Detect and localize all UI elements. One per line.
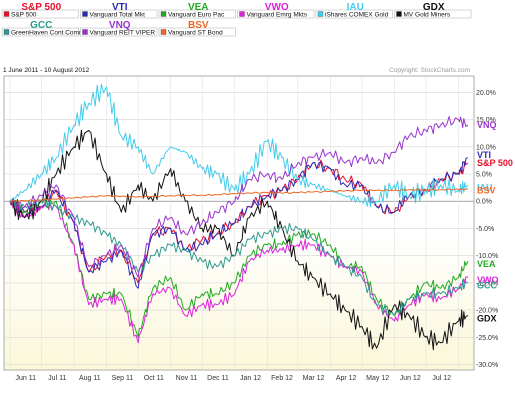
legend-swatch: [3, 29, 10, 35]
y-tick-label: -5.0%: [476, 226, 494, 233]
legend-name: Vanguard Euro Pac: [168, 12, 225, 19]
series-end-label: GDX: [477, 313, 497, 323]
y-tick-label: -25.0%: [476, 335, 498, 342]
x-tick-label: May 12: [366, 375, 389, 382]
x-tick-label: Jul 11: [48, 375, 66, 382]
x-tick-label: Feb 12: [271, 375, 293, 382]
legend-entry: S&P 500S&P 500: [1, 2, 79, 19]
legend-swatch: [82, 29, 88, 35]
legend-name: iShares COMEX Gold: [325, 12, 389, 19]
legend-swatch: [3, 11, 10, 17]
performance-chart: S&P 500S&P 500VTIVanguard Total MktVEAVa…: [1, 2, 513, 382]
series-end-label: BSV: [477, 185, 496, 195]
legend-swatch: [160, 11, 167, 17]
y-axis: 20.0%15.0%10.0%5.0%0.0%-5.0%-10.0%-15.0%…: [476, 90, 498, 369]
legend-swatch: [317, 11, 324, 17]
x-tick-label: Jun 12: [400, 375, 421, 382]
legend-entry: VTIVanguard Total Mkt: [80, 2, 158, 19]
legend-name: GreenHaven Cont Comm: [11, 30, 84, 37]
legend-swatch: [396, 11, 402, 17]
x-tick-label: Jul 12: [432, 375, 451, 382]
legend: S&P 500S&P 500VTIVanguard Total MktVEAVa…: [1, 2, 472, 37]
legend-name: S&P 500: [11, 12, 37, 19]
y-tick-label: 5.0%: [476, 172, 492, 179]
y-tick-label: 20.0%: [476, 90, 496, 97]
x-tick-label: Mar 12: [303, 375, 325, 382]
x-tick-label: Nov 11: [176, 375, 198, 382]
legend-name: MV Gold Miners: [404, 12, 451, 19]
y-tick-label: 0.0%: [476, 199, 492, 206]
legend-entry: GCCGreenHaven Cont Comm: [1, 20, 84, 37]
legend-swatch: [82, 11, 88, 17]
copyright-label: Copyright: StockCharts.com: [389, 67, 470, 74]
x-tick-label: Apr 12: [336, 375, 357, 382]
legend-name: Vanguard ST Bond: [168, 30, 223, 37]
legend-entry: IAUiShares COMEX Gold: [315, 2, 393, 19]
legend-entry: VEAVanguard Euro Pac: [158, 2, 236, 19]
series-end-label: VEA: [477, 259, 496, 269]
legend-name: Vanguard Emrg Mkts: [247, 12, 308, 19]
legend-entry: BSVVanguard ST Bond: [158, 20, 236, 37]
x-tick-label: Sep 11: [112, 375, 134, 382]
x-tick-label: Aug 11: [79, 375, 101, 382]
x-tick-label: Dec 11: [207, 375, 229, 382]
x-tick-label: Jan 12: [240, 375, 261, 382]
series-end-label: VNQ: [477, 120, 497, 130]
legend-name: Vanguard REIT VIPER: [90, 30, 156, 37]
legend-entry: VWOVanguard Emrg Mkts: [237, 2, 315, 19]
x-tick-label: Oct 11: [144, 375, 164, 382]
date-range-label: 1 June 2011 - 10 August 2012: [3, 67, 90, 74]
legend-name: Vanguard Total Mkt: [90, 12, 146, 19]
legend-swatch: [239, 11, 245, 17]
legend-entry: GDXMV Gold Miners: [394, 2, 472, 19]
legend-swatch: [160, 29, 167, 35]
x-axis: Jun 11 Jul 11 Aug 11 Sep 11 Oct 11 Nov 11 Dec …: [16, 375, 452, 382]
series-end-label: GCC: [477, 281, 498, 291]
x-tick-label: Jun 11: [16, 375, 37, 382]
series-end-label: VTI: [477, 150, 491, 160]
y-tick-label: -30.0%: [476, 362, 498, 369]
legend-entry: VNQVanguard REIT VIPER: [80, 20, 158, 37]
